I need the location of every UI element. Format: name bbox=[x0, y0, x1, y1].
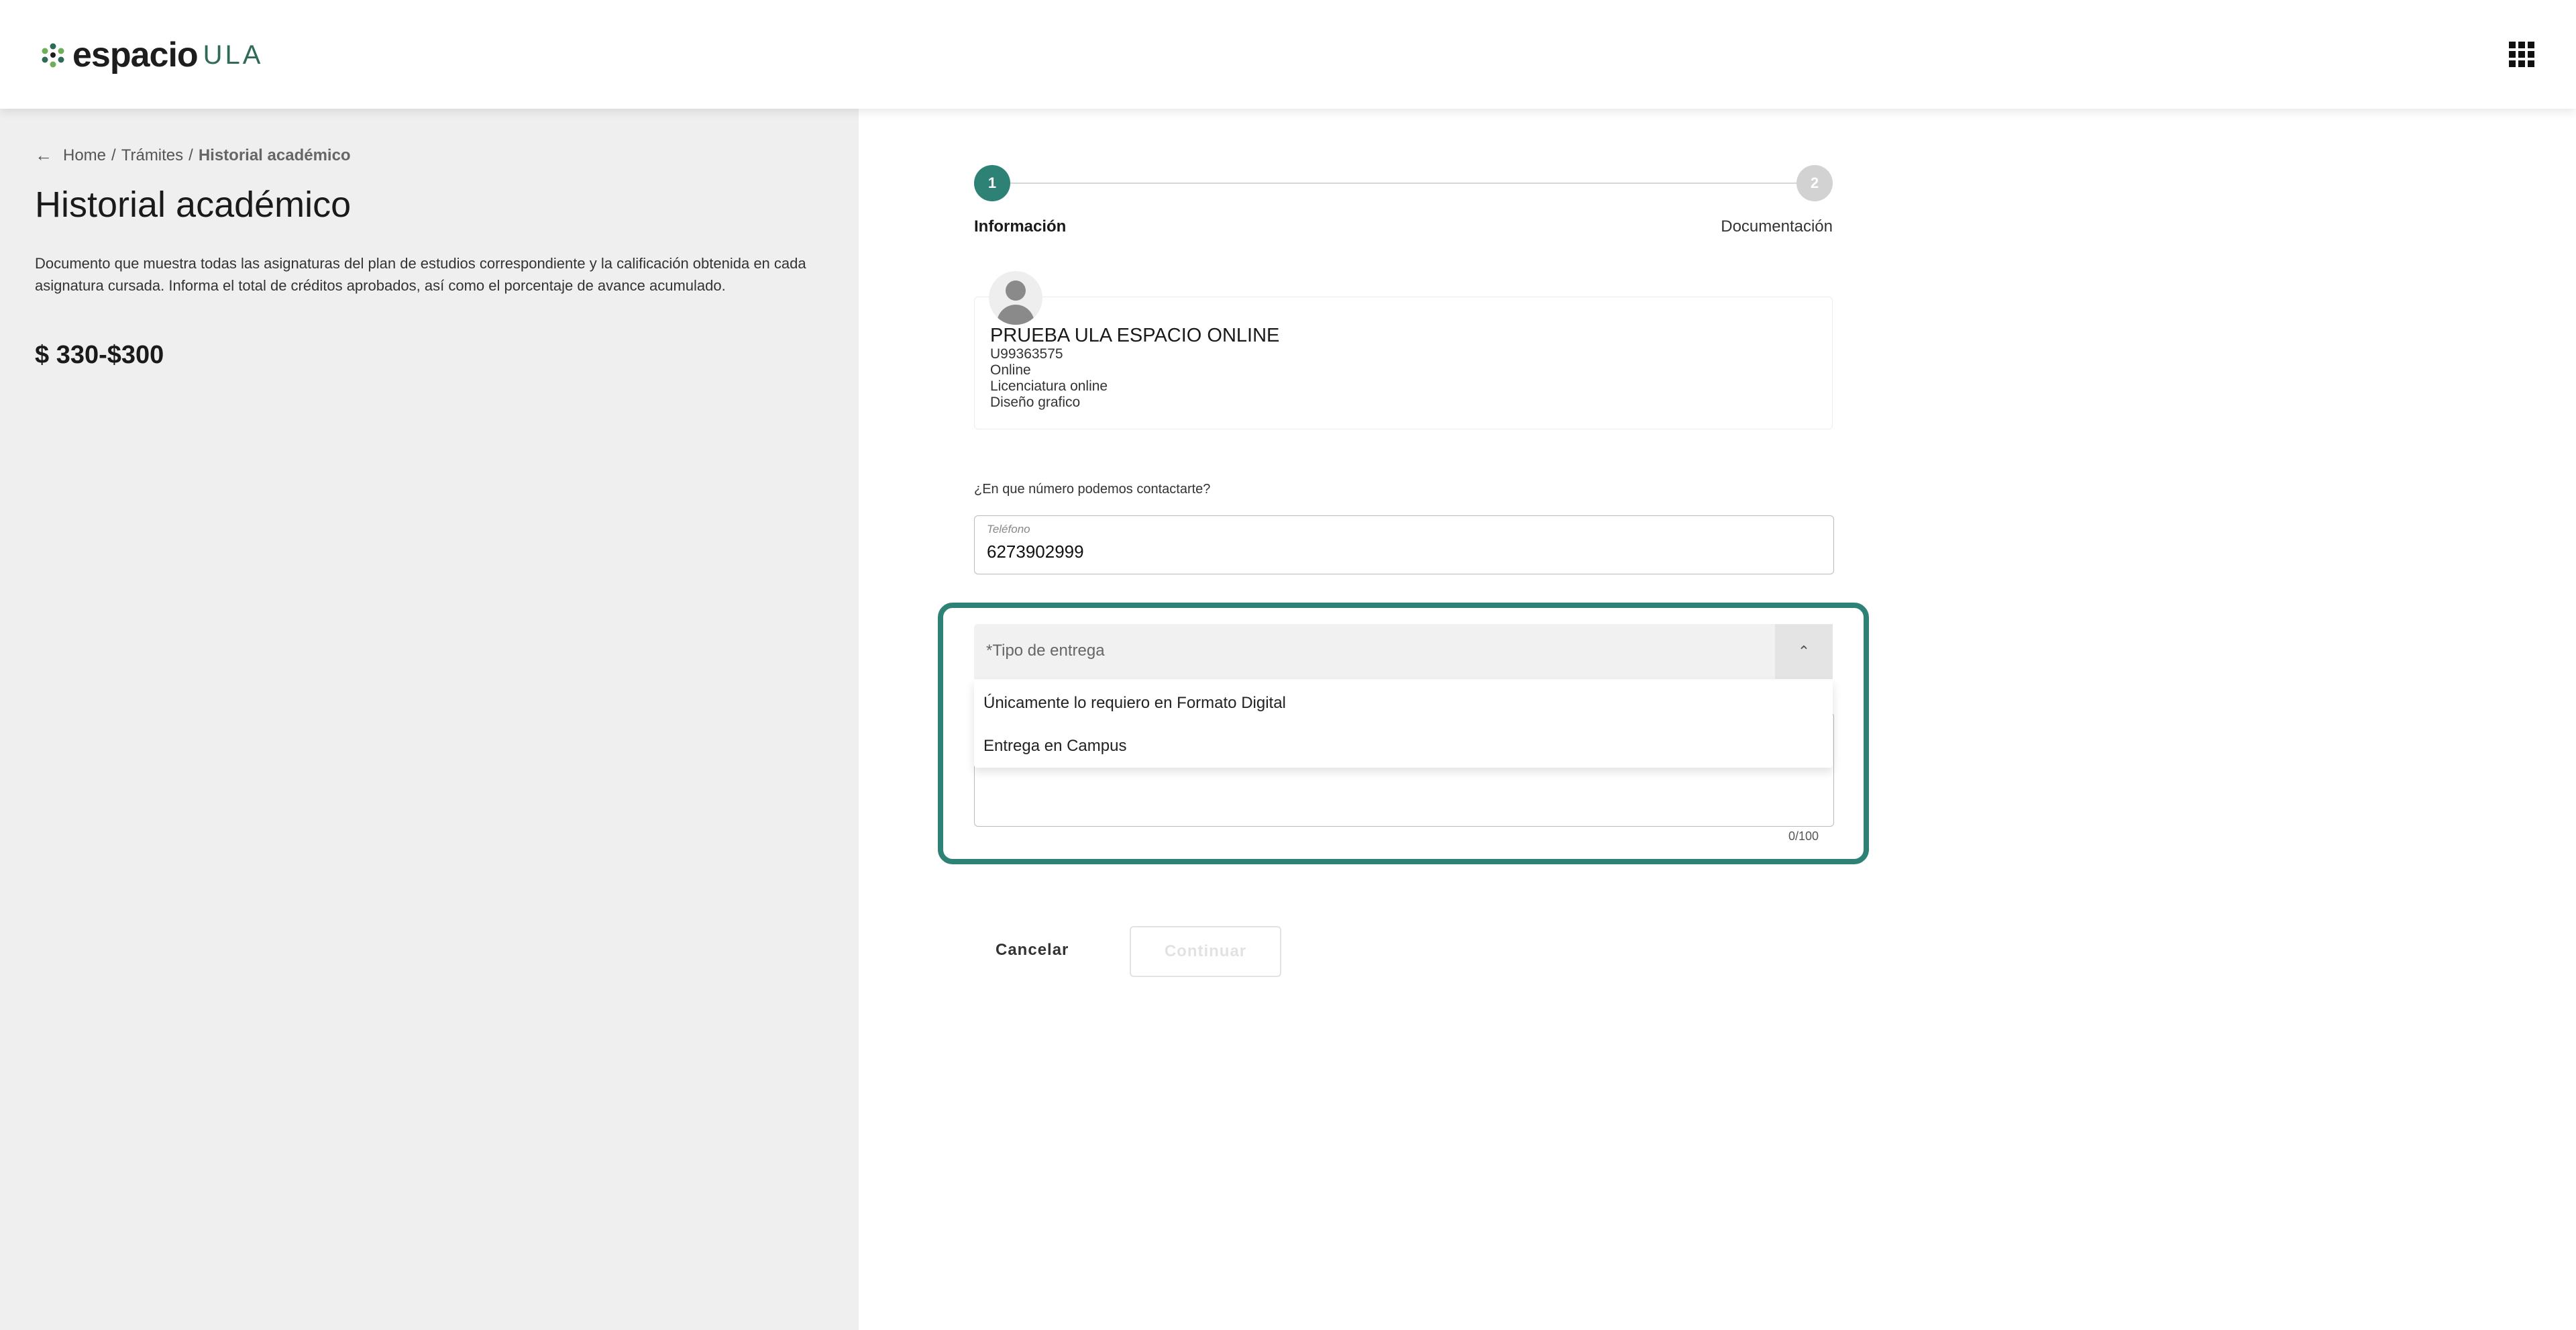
logo-word: espacio bbox=[72, 36, 199, 74]
student-name: PRUEBA ULA ESPACIO ONLINE bbox=[990, 325, 1280, 346]
student-program: Diseño grafico bbox=[990, 395, 1081, 410]
back-arrow-icon[interactable]: ← bbox=[35, 145, 52, 166]
breadcrumb: ← Home / Trámites / Historial académico bbox=[35, 145, 351, 166]
top-header: espacio ULA bbox=[0, 0, 2576, 109]
student-id: U99363575 bbox=[990, 346, 1063, 362]
option-formato-digital[interactable]: Únicamente lo requiero en Formato Digita… bbox=[983, 694, 1286, 713]
info-sidebar: ← Home / Trámites / Historial académico … bbox=[0, 109, 859, 1330]
procedure-description: Documento que muestra todas las asignatu… bbox=[35, 255, 806, 294]
apps-grid-icon[interactable] bbox=[2509, 42, 2534, 67]
breadcrumb-current: Historial académico bbox=[198, 146, 351, 164]
avatar bbox=[989, 271, 1042, 325]
student-level: Licenciatura online bbox=[990, 378, 1108, 394]
step-1-label: Información bbox=[974, 217, 1067, 236]
step-2-label: Documentación bbox=[1721, 217, 1833, 236]
progress-stepper: 1 2 Información Documentación bbox=[974, 165, 1833, 239]
user-head-icon bbox=[1006, 280, 1026, 301]
breadcrumb-home[interactable]: Home bbox=[63, 146, 106, 165]
breadcrumb-tramites[interactable]: Trámites bbox=[121, 146, 183, 165]
continue-button[interactable]: Continuar bbox=[1130, 926, 1281, 977]
breadcrumb-separator: / bbox=[189, 146, 193, 164]
step-1-indicator: 1 bbox=[974, 165, 1010, 201]
phone-input[interactable] bbox=[987, 542, 1792, 562]
step-2-indicator: 2 bbox=[1796, 165, 1833, 201]
page-title: Historial académico bbox=[35, 185, 352, 225]
student-modality: Online bbox=[990, 362, 1031, 378]
delivery-type-dropdown: Únicamente lo requiero en Formato Digita… bbox=[974, 680, 1833, 768]
procedure-price: $ 330-$300 bbox=[35, 341, 164, 369]
user-body-icon bbox=[997, 305, 1034, 325]
logo-suffix: ULA bbox=[203, 40, 264, 70]
option-entrega-campus[interactable]: Entrega en Campus bbox=[983, 737, 1126, 756]
contact-question: ¿En que número podemos contactarte? bbox=[974, 482, 1211, 497]
stepper-line bbox=[990, 183, 1817, 184]
cancel-button[interactable]: Cancelar bbox=[996, 935, 1089, 965]
phone-field-label: Teléfono bbox=[987, 523, 1030, 535]
phone-field[interactable]: Teléfono bbox=[974, 515, 1834, 574]
espacio-ula-logo[interactable]: espacio ULA bbox=[39, 35, 263, 75]
logo-dots-icon bbox=[42, 43, 64, 68]
breadcrumb-separator: / bbox=[111, 146, 116, 164]
student-profile-card bbox=[974, 297, 1833, 429]
